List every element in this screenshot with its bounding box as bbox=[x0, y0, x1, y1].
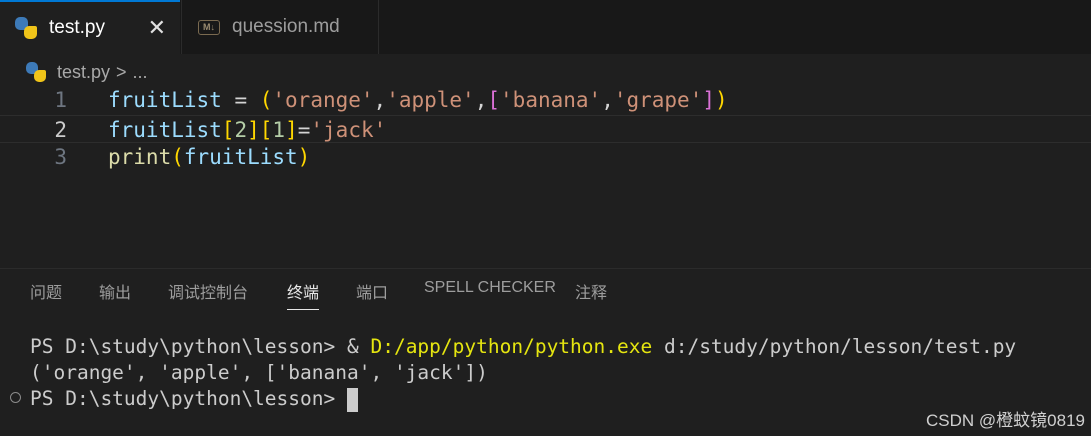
terminal-argument: d:/study/python/lesson/test.py bbox=[652, 335, 1017, 358]
tab-label: test.py bbox=[49, 17, 105, 38]
tab-output[interactable]: 输出 bbox=[99, 279, 131, 303]
breadcrumb: test.py > ... bbox=[0, 58, 148, 86]
tab-problems[interactable]: 问题 bbox=[30, 279, 62, 303]
terminal-line: PS D:\study\python\lesson> bbox=[30, 386, 1016, 412]
panel-tab-bar: 问题 输出 调试控制台 终端 端口 SPELL CHECKER 注释 bbox=[0, 268, 1091, 310]
close-icon[interactable]: ✕ bbox=[148, 15, 166, 41]
code-text[interactable]: print(fruitList) bbox=[108, 143, 310, 172]
breadcrumb-file[interactable]: test.py bbox=[57, 62, 110, 83]
code-line-current[interactable]: 2 fruitList[2][1]='jack' bbox=[0, 114, 1091, 145]
chevron-right-icon: > bbox=[116, 61, 127, 82]
breadcrumb-rest[interactable]: ... bbox=[133, 62, 148, 83]
terminal-ampersand: & bbox=[346, 335, 371, 358]
terminal-cursor bbox=[346, 387, 358, 412]
editor-tab-bar: test.py ✕ M↓ quession.md bbox=[0, 0, 1091, 54]
python-icon bbox=[26, 62, 46, 82]
terminal-exe-path: D:/app/python/python.exe bbox=[370, 335, 653, 358]
tab-test-py[interactable]: test.py ✕ bbox=[0, 0, 180, 54]
tab-label: quession.md bbox=[232, 16, 340, 37]
tab-ports[interactable]: 端口 bbox=[356, 279, 388, 303]
terminal-output[interactable]: PS D:\study\python\lesson> & D:/app/pyth… bbox=[30, 334, 1016, 412]
watermark: CSDN @橙蚊镜0819 bbox=[926, 411, 1085, 430]
tab-spell-checker[interactable]: SPELL CHECKER bbox=[424, 279, 556, 297]
terminal-prompt: PS D:\study\python\lesson> bbox=[30, 335, 347, 358]
command-decoration-icon bbox=[10, 392, 21, 403]
code-text[interactable]: fruitList = ('orange','apple',['banana',… bbox=[108, 86, 728, 115]
line-number: 3 bbox=[54, 145, 67, 169]
code-line[interactable]: 1 fruitList = ('orange','apple',['banana… bbox=[0, 86, 1091, 115]
tab-comments[interactable]: 注释 bbox=[575, 279, 607, 303]
line-number: 1 bbox=[54, 88, 67, 112]
code-line[interactable]: 3 print(fruitList) bbox=[0, 143, 1091, 172]
code-text[interactable]: fruitList[2][1]='jack' bbox=[108, 116, 386, 145]
markdown-icon: M↓ bbox=[198, 19, 220, 35]
terminal-prompt: PS D:\study\python\lesson> bbox=[30, 387, 347, 410]
line-number: 2 bbox=[54, 117, 67, 142]
tab-terminal[interactable]: 终端 bbox=[287, 279, 320, 310]
tab-debug-console[interactable]: 调试控制台 bbox=[168, 279, 248, 303]
terminal-line: PS D:\study\python\lesson> & D:/app/pyth… bbox=[30, 334, 1016, 360]
code-editor[interactable]: 1 fruitList = ('orange','apple',['banana… bbox=[0, 86, 1091, 172]
terminal-line: ('orange', 'apple', ['banana', 'jack']) bbox=[30, 361, 488, 384]
tab-quession-md[interactable]: M↓ quession.md bbox=[181, 0, 379, 54]
python-icon bbox=[15, 17, 37, 39]
